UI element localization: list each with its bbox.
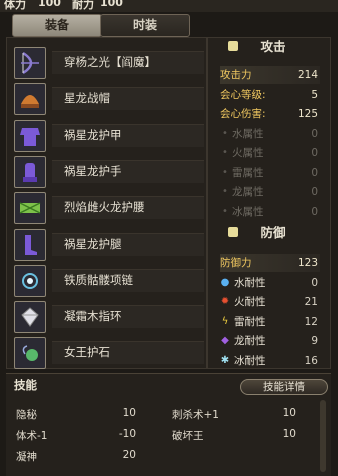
stamina-value: 100 (38, 0, 61, 9)
fire-icon: ✹ (220, 296, 230, 307)
defense-section-header: 防御 (218, 223, 328, 243)
armor-icon[interactable] (14, 119, 46, 152)
bow-icon[interactable] (14, 47, 46, 79)
ice-icon: ✱ (220, 354, 230, 366)
stamina-label: 体力 (4, 0, 26, 11)
stat-value: 12 (304, 315, 318, 328)
equipment-name: 女王护石 (52, 341, 204, 365)
equipment-row[interactable]: 凝霜木指环 (12, 301, 204, 334)
stat-value: 21 (304, 296, 318, 308)
attack-stat-row: 攻击力 214 (220, 66, 320, 84)
ring-icon[interactable] (14, 301, 46, 334)
defense-stat-row: 火耐性 21 ✹ (220, 293, 320, 311)
necklace-icon[interactable] (14, 264, 46, 297)
stat-label: 攻击力 (220, 69, 252, 81)
amulet-icon[interactable] (14, 337, 46, 370)
equipment-row[interactable]: 星龙战帽 (12, 83, 204, 116)
thunder-icon: ϟ (221, 315, 229, 327)
top-status-bar: 体力 100 耐力 100 (0, 0, 338, 12)
endurance-value: 100 (100, 0, 123, 9)
greaves-icon[interactable] (14, 228, 46, 261)
attack-section-icon (228, 41, 238, 51)
equipment-name: 铁质骷髅项链 (52, 268, 204, 292)
element-icon: • (222, 205, 228, 217)
stat-label: 会心等级: (220, 88, 266, 101)
skill-details-button[interactable]: 技能详情 (240, 379, 328, 395)
waist-icon[interactable] (14, 192, 46, 225)
stat-value: 123 (297, 257, 318, 269)
equipment-name: 祸星龙护甲 (52, 123, 204, 147)
equipment-name: 凝霜木指环 (52, 305, 204, 329)
equipment-row[interactable]: 穿杨之光【阎魔】 (12, 47, 204, 79)
element-icon: • (222, 166, 228, 178)
defense-section-icon (228, 227, 238, 237)
stat-value: 0 (311, 186, 318, 198)
stat-value: 0 (311, 166, 318, 179)
equipment-name: 星龙战帽 (52, 87, 204, 111)
element-icon: • (222, 127, 228, 139)
element-icon: • (222, 186, 228, 197)
equipment-row[interactable]: 烈焰雌火龙护腰 (12, 192, 204, 225)
defense-title: 防御 (260, 225, 286, 240)
attack-title: 攻击 (260, 39, 286, 54)
attack-stat-row: 会心等级: 5 (220, 86, 320, 104)
defense-stat-row: 防御力 123 (220, 254, 320, 272)
attack-stat-row: 水属性 0 • (220, 125, 320, 143)
endurance-label: 耐力 (72, 0, 94, 11)
equipment-row[interactable]: 祸星龙护腿 (12, 228, 204, 261)
stat-value: 0 (311, 127, 318, 140)
skill-value: -10 (118, 428, 136, 440)
stat-value: 16 (304, 354, 318, 367)
stat-value: 5 (311, 88, 318, 101)
attack-section-header: 攻击 (218, 37, 328, 57)
equipment-name: 穿杨之光【阎魔】 (52, 51, 204, 74)
skill-value: 10 (282, 407, 296, 419)
attack-stat-row: 火属性 0 • (220, 144, 320, 162)
defense-stat-row: 龙耐性 9 ◆ (220, 332, 320, 350)
attack-stat-row: 会心伤害: 125 (220, 105, 320, 123)
equipment-name: 烈焰雌火龙护腰 (52, 196, 204, 220)
stat-label: 会心伤害: (220, 108, 266, 120)
tab-equipment[interactable]: 装备 (12, 14, 102, 37)
defense-stat-row: 雷耐性 12 ϟ (220, 313, 320, 331)
skill-name: 隐秘 (16, 409, 37, 421)
tab-fashion[interactable]: 时装 (100, 14, 190, 37)
defense-stat-row: 冰耐性 16 ✱ (220, 352, 320, 370)
water-icon: ● (220, 276, 230, 288)
dragon-icon: ◆ (221, 335, 229, 346)
attack-stat-row: 龙属性 0 • (220, 183, 320, 201)
equipment-row[interactable]: 祸星龙护甲 (12, 119, 204, 152)
equipment-name: 祸星龙护手 (52, 159, 204, 183)
attack-stat-row: 雷属性 0 • (220, 164, 320, 182)
skill-value: 10 (122, 407, 136, 419)
stat-value: 0 (311, 205, 318, 218)
stat-value: 0 (311, 276, 318, 289)
element-icon: • (222, 147, 228, 158)
skills-scrollbar[interactable] (320, 400, 326, 472)
skill-value: 20 (122, 449, 136, 461)
skill-name: 刺杀术+1 (172, 409, 219, 421)
stat-value: 0 (311, 147, 318, 159)
gauntlet-icon[interactable] (14, 155, 46, 188)
stat-value: 125 (297, 108, 318, 120)
skill-value: 10 (282, 428, 296, 440)
attack-stat-row: 冰属性 0 • (220, 203, 320, 221)
skill-name: 破坏王 (172, 430, 204, 442)
stat-value: 9 (311, 335, 318, 347)
stat-label: 防御力 (220, 257, 252, 269)
equipment-name: 祸星龙护腿 (52, 232, 204, 256)
stat-value: 214 (297, 69, 318, 81)
skill-name: 体术-1 (16, 430, 48, 442)
equipment-row[interactable]: 祸星龙护手 (12, 155, 204, 188)
defense-stat-row: 水耐性 0 ● (220, 274, 320, 292)
skills-title: 技能 (14, 378, 37, 392)
helmet-icon[interactable] (14, 83, 46, 116)
skill-name: 凝神 (16, 451, 37, 463)
equipment-row[interactable]: 女王护石 (12, 337, 204, 370)
equipment-row[interactable]: 铁质骷髅项链 (12, 264, 204, 297)
